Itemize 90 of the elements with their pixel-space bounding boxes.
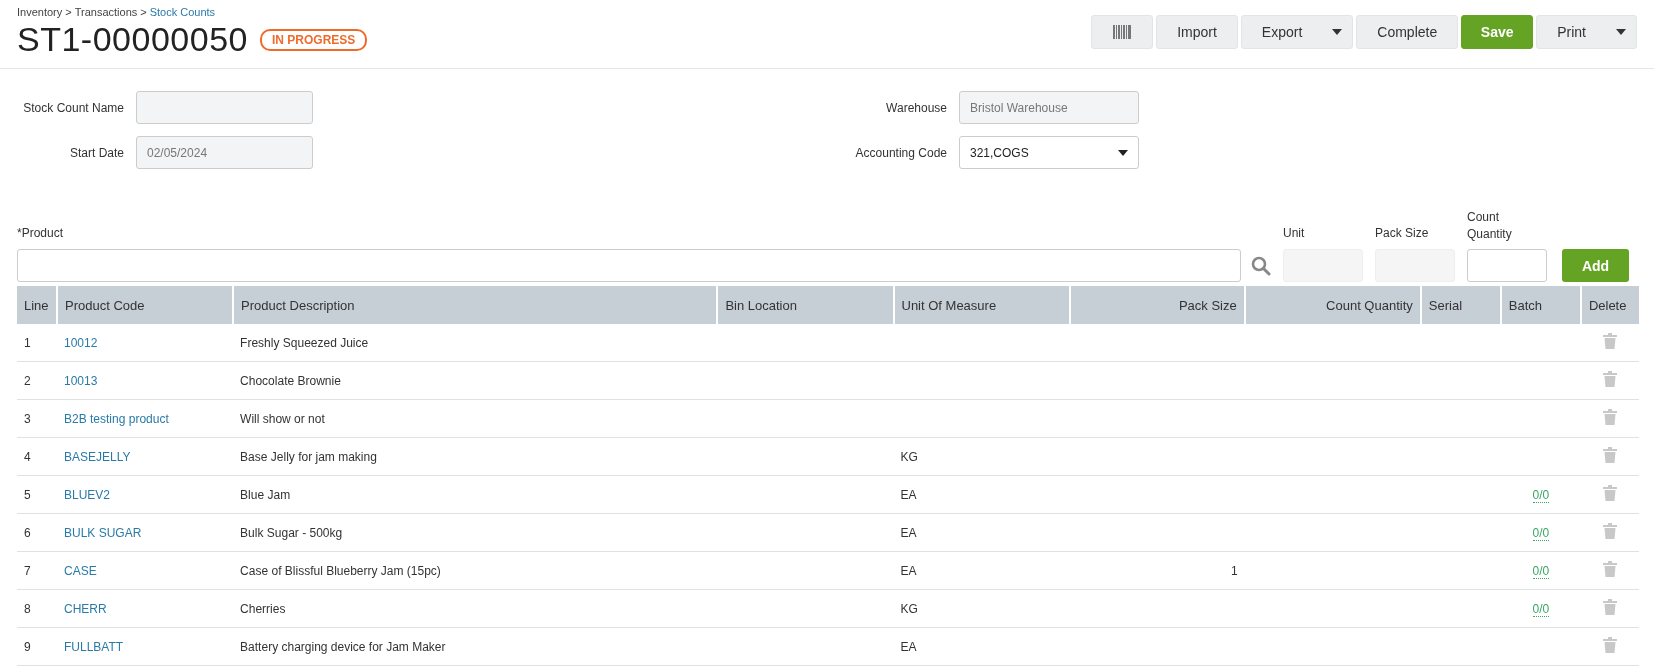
table-cell: Battery charging device for Jam Maker — [233, 627, 718, 666]
caret-icon — [1118, 149, 1128, 156]
breadcrumb-link[interactable]: Inventory — [17, 6, 63, 18]
product-code-link[interactable]: BASEJELLY — [64, 449, 131, 464]
line-number: 9 — [17, 627, 57, 666]
table-cell: Case of Blissful Blueberry Jam (15pc) — [233, 551, 718, 590]
line-number: 6 — [17, 513, 57, 552]
table-cell: 1 — [1231, 563, 1238, 578]
trash-icon[interactable] — [1602, 561, 1617, 577]
batch-link[interactable]: 0/0 — [1532, 487, 1550, 503]
column-header[interactable]: Delete — [1580, 286, 1639, 324]
caret-icon — [1616, 29, 1626, 35]
column-header[interactable]: Product Description — [233, 286, 718, 324]
product-code-link[interactable]: BULK SUGAR — [64, 525, 142, 540]
field-label: Pack Size — [1375, 225, 1430, 242]
caret-icon — [1332, 29, 1343, 35]
select-field[interactable]: 321,COGS — [959, 136, 1139, 169]
line-number: 1 — [17, 324, 57, 362]
barcode-button[interactable] — [1091, 15, 1154, 49]
toolbar-button[interactable]: Complete — [1356, 15, 1459, 49]
product-code-link[interactable]: 10013 — [64, 373, 98, 388]
dropdown-button[interactable]: Print — [1536, 15, 1637, 49]
column-header[interactable]: Batch — [1500, 286, 1581, 324]
status-badge: IN PROGRESS — [259, 28, 368, 51]
product-field[interactable] — [17, 249, 1241, 282]
breadcrumb-link[interactable]: Stock Counts — [149, 6, 216, 18]
add-button[interactable]: Add — [1562, 249, 1629, 282]
table-cell: EA — [900, 525, 917, 540]
text-field[interactable] — [136, 91, 313, 124]
barcode-icon — [1113, 25, 1132, 39]
table-cell: Blue Jam — [233, 475, 718, 514]
trash-icon[interactable] — [1602, 637, 1617, 653]
product-code-link[interactable]: FULLBATT — [64, 639, 124, 654]
table-cell: Chocolate Brownie — [233, 361, 718, 400]
field-label: Start Date — [68, 145, 124, 160]
column-header[interactable]: Pack Size — [1069, 286, 1245, 324]
table-cell: Cherries — [233, 589, 718, 628]
toolbar-button[interactable]: Import — [1156, 15, 1238, 49]
product-code-link[interactable]: CHERR — [64, 601, 107, 616]
line-number: 4 — [17, 437, 57, 476]
table-cell: Will show or not — [233, 399, 718, 438]
table-cell: Freshly Squeezed Juice — [233, 324, 718, 362]
column-header[interactable]: Serial — [1420, 286, 1501, 324]
batch-link[interactable]: 0/0 — [1532, 563, 1550, 579]
line-number: 5 — [17, 475, 57, 514]
trash-icon[interactable] — [1602, 485, 1617, 501]
trash-icon[interactable] — [1602, 599, 1617, 615]
table-cell: KG — [900, 449, 918, 464]
table-cell: EA — [900, 563, 917, 578]
column-header[interactable]: Product Code — [57, 286, 234, 324]
trash-icon[interactable] — [1602, 409, 1617, 425]
text-field[interactable]: 02/05/2024 — [136, 136, 313, 169]
line-number: 3 — [17, 399, 57, 438]
breadcrumb-link[interactable]: Transactions — [74, 6, 138, 18]
table-cell: Base Jelly for jam making — [233, 437, 718, 476]
trash-icon[interactable] — [1602, 371, 1617, 387]
product-code-link[interactable]: 10012 — [64, 335, 98, 350]
table-cell: KG — [900, 601, 918, 616]
field-label: Accounting Code — [854, 145, 947, 160]
trash-icon[interactable] — [1602, 333, 1617, 349]
batch-link[interactable]: 0/0 — [1532, 525, 1550, 541]
column-header[interactable]: Unit Of Measure — [893, 286, 1070, 324]
column-header[interactable]: Count Quantity — [1244, 286, 1421, 324]
product-code-link[interactable]: CASE — [64, 563, 97, 578]
trash-icon[interactable] — [1602, 523, 1617, 539]
field-label: Warehouse — [885, 100, 947, 115]
table-cell: Bulk Sugar - 500kg — [233, 513, 718, 552]
count-quantity-field[interactable] — [1467, 249, 1547, 282]
field-label: *Product — [17, 225, 65, 242]
field-label: Stock Count Name — [22, 100, 124, 115]
field-label: Count Quantity — [1467, 209, 1513, 243]
line-number: 8 — [17, 589, 57, 628]
column-header[interactable]: Bin Location — [717, 286, 894, 324]
breadcrumb-separator: > — [140, 6, 147, 18]
product-code-link[interactable]: BLUEV2 — [64, 487, 111, 502]
product-code-link[interactable]: B2B testing product — [64, 411, 169, 426]
field-label: Unit — [1283, 225, 1306, 242]
page-title: ST1-00000050 — [17, 20, 248, 59]
text-field[interactable]: Bristol Warehouse — [959, 91, 1139, 124]
save-button[interactable]: Save — [1461, 15, 1534, 49]
batch-link[interactable]: 0/0 — [1532, 601, 1550, 617]
line-number: 7 — [17, 551, 57, 590]
trash-icon[interactable] — [1602, 447, 1617, 463]
line-number: 2 — [17, 361, 57, 400]
dropdown-button[interactable]: Export — [1240, 15, 1354, 49]
breadcrumb-separator: > — [65, 6, 72, 18]
column-header[interactable]: Line — [17, 286, 57, 324]
table-cell: EA — [900, 487, 917, 502]
search-icon[interactable] — [1251, 256, 1271, 276]
table-cell: EA — [900, 639, 917, 654]
